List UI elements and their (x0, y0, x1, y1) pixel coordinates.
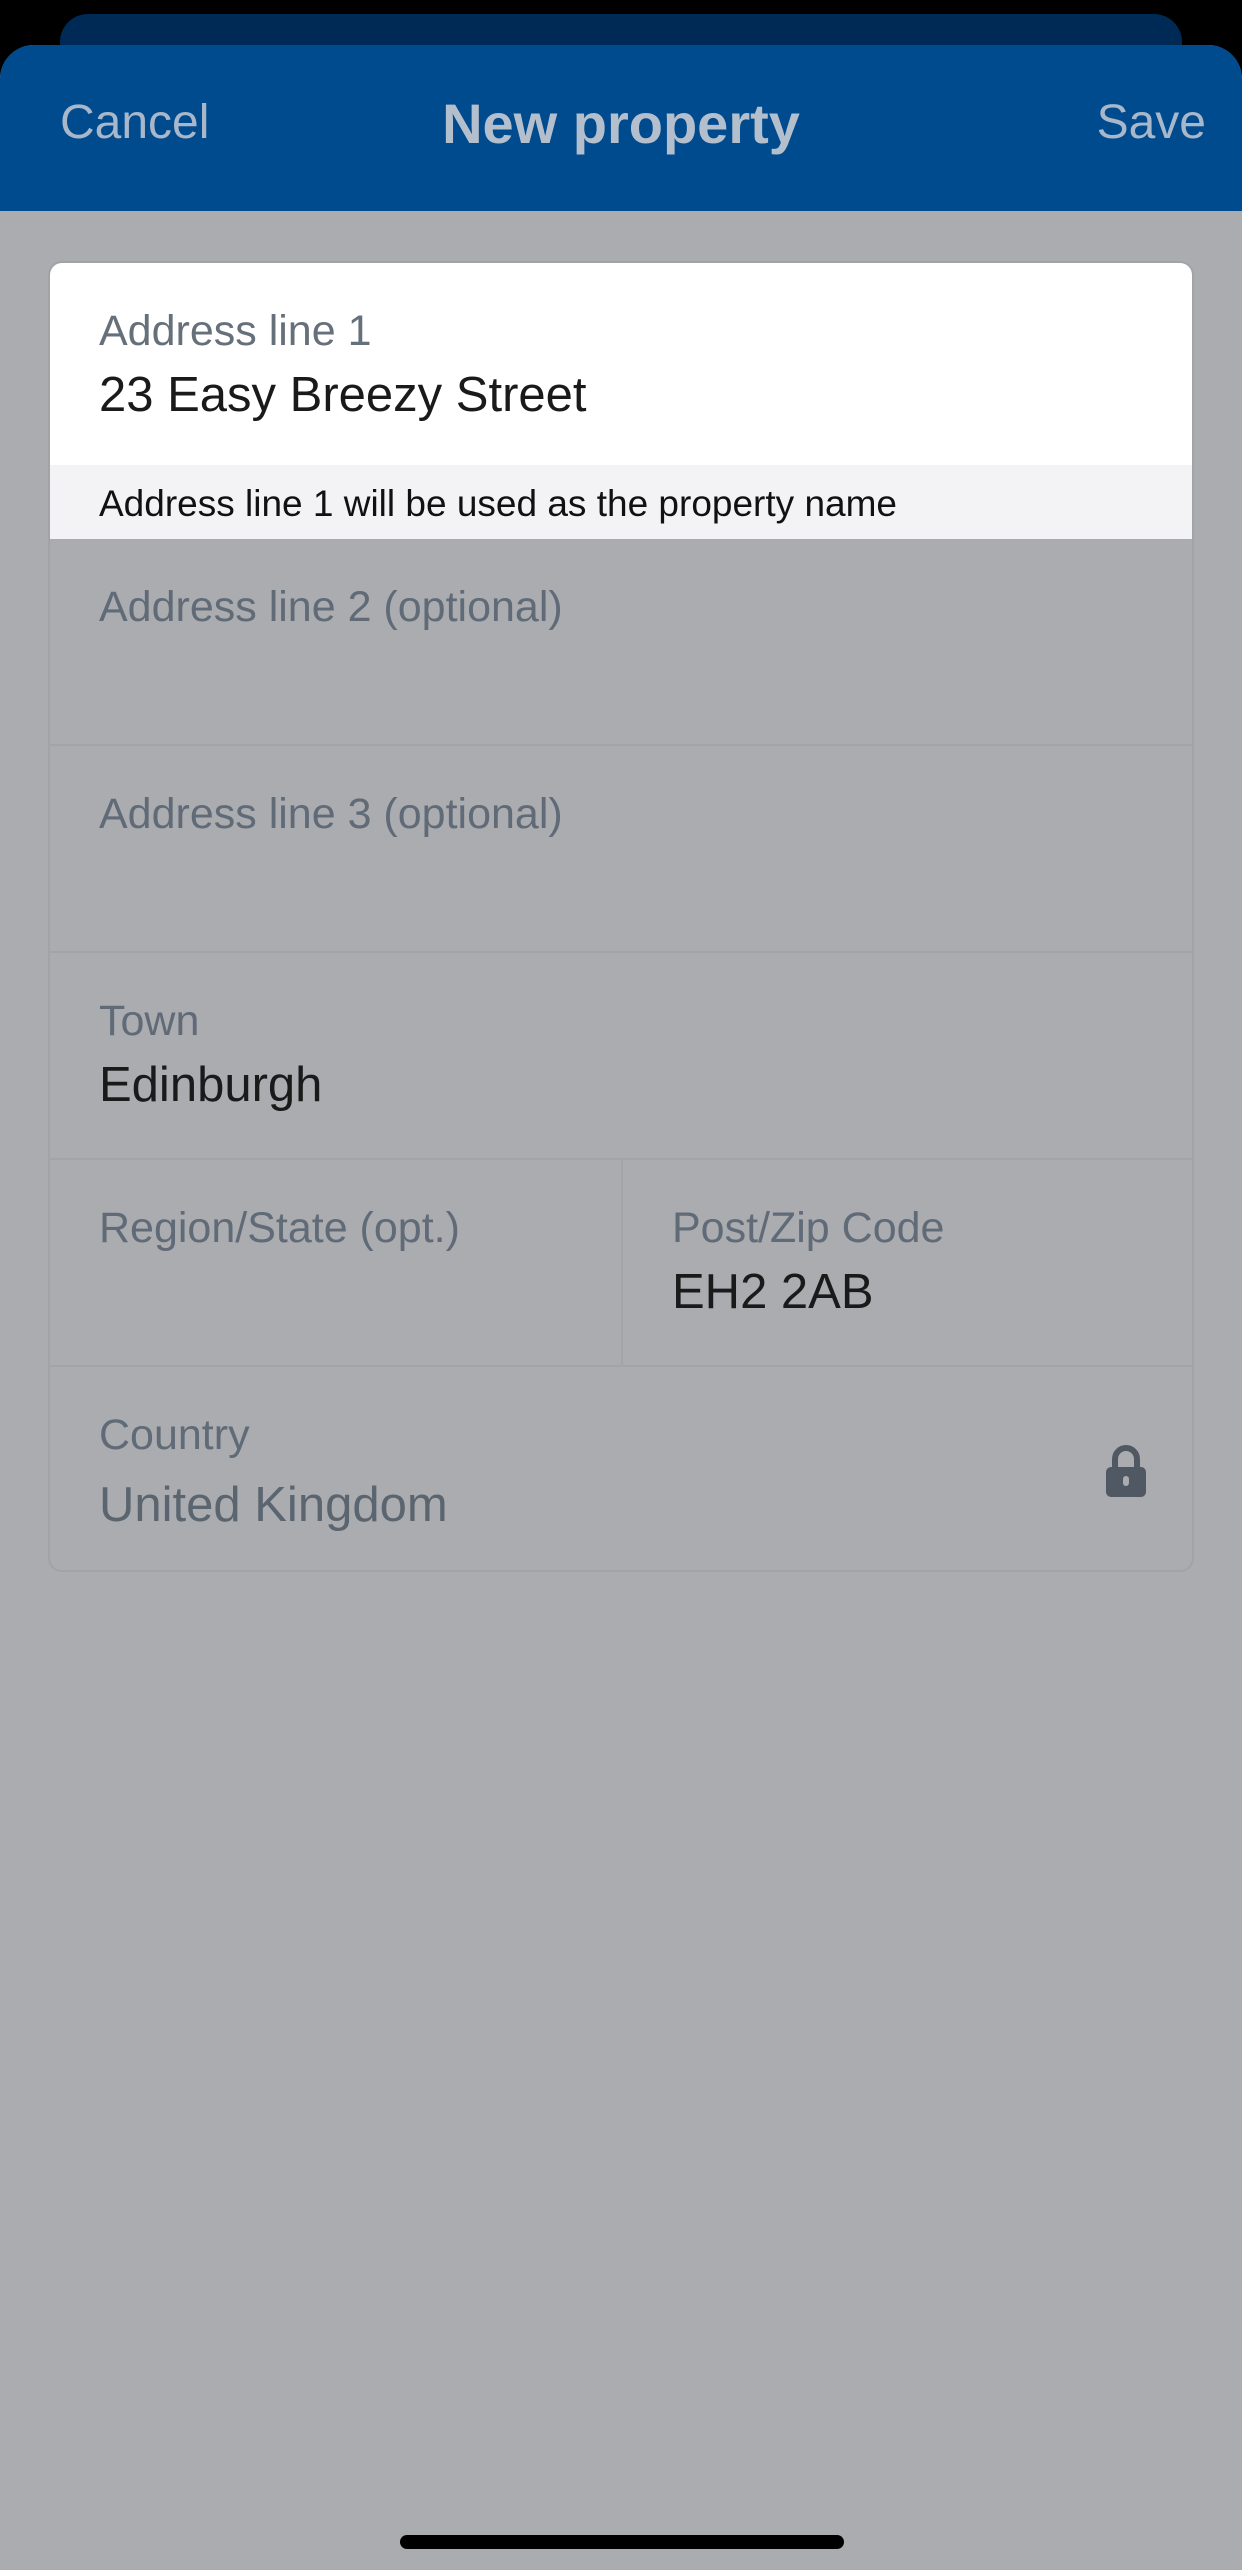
address-line-1-label: Address line 1 (99, 307, 372, 355)
address-line-3-field[interactable]: Address line 3 (optional) (50, 746, 1192, 953)
region-field[interactable]: Region/State (opt.) (50, 1160, 623, 1367)
town-label: Town (99, 997, 200, 1045)
hint-text: Address line 1 will be used as the prope… (99, 483, 897, 524)
address-line-3-label: Address line 3 (optional) (99, 790, 563, 838)
postcode-field[interactable]: Post/Zip Code EH2 2AB (623, 1160, 1192, 1367)
country-field: Country United Kingdom (50, 1367, 1192, 1570)
address-line-1-hint: Address line 1 will be used as the prope… (50, 465, 1192, 539)
navigation-bar: Cancel New property Save (0, 45, 1242, 211)
address-line-2-field[interactable]: Address line 2 (optional) (50, 539, 1192, 746)
page-title: New property (442, 92, 800, 155)
new-property-sheet: Cancel New property Save Address line 1 … (0, 45, 1242, 2570)
save-button[interactable]: Save (1097, 95, 1206, 150)
town-field[interactable]: Town Edinburgh (50, 953, 1192, 1160)
address-line-2-label: Address line 2 (optional) (99, 583, 563, 631)
address-line-1-input[interactable]: 23 Easy Breezy Street (99, 367, 587, 423)
region-label: Region/State (opt.) (99, 1204, 460, 1252)
screen: Cancel New property Save Address line 1 … (0, 0, 1242, 2570)
lock-icon (1106, 1445, 1146, 1497)
town-input[interactable]: Edinburgh (99, 1057, 322, 1113)
postcode-label: Post/Zip Code (672, 1204, 945, 1252)
country-value: United Kingdom (99, 1478, 448, 1532)
address-form: Address line 1 23 Easy Breezy Street Add… (48, 261, 1194, 1572)
postcode-input[interactable]: EH2 2AB (672, 1264, 874, 1320)
home-indicator (400, 2535, 844, 2549)
country-label: Country (99, 1411, 250, 1459)
address-line-1-field[interactable]: Address line 1 23 Easy Breezy Street (50, 263, 1192, 465)
